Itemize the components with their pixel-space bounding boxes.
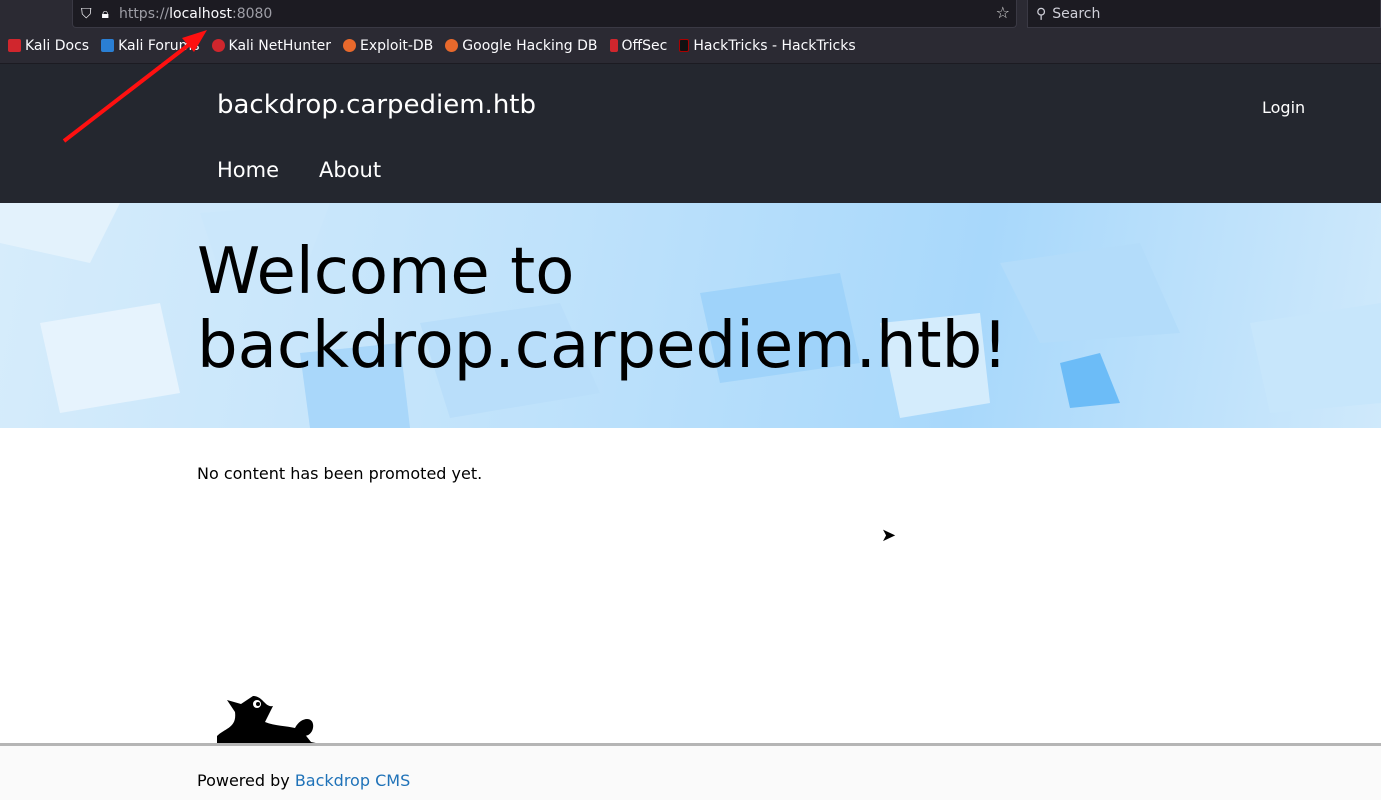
search-icon: ⚲ — [1036, 5, 1047, 22]
hero-title: Welcome to backdrop.carpediem.htb! — [197, 235, 1008, 383]
offsec-icon — [609, 39, 618, 52]
nav-about[interactable]: About — [319, 158, 381, 182]
site-footer: Powered by Backdrop CMS — [0, 743, 1381, 800]
bookmark-exploit-db[interactable]: Exploit-DB — [342, 38, 433, 54]
login-link[interactable]: Login — [1262, 98, 1305, 117]
backdrop-cms-link[interactable]: Backdrop CMS — [295, 771, 410, 790]
ghdb-icon — [445, 39, 459, 52]
main-content-text: No content has been promoted yet. — [197, 464, 483, 483]
bookmark-hacktricks[interactable]: HackTricks - HackTricks — [679, 38, 856, 54]
site-name-link[interactable]: backdrop.carpediem.htb — [217, 90, 536, 120]
main-nav: Home About — [217, 158, 381, 182]
red-annotation-arrow — [62, 30, 207, 143]
nav-home[interactable]: Home — [217, 158, 279, 182]
powered-by-text: Powered by Backdrop CMS — [197, 771, 411, 790]
search-input[interactable]: ⚲ Search — [1027, 0, 1381, 28]
mouse-cursor-icon: ➤ — [881, 525, 897, 546]
exploit-db-icon — [342, 39, 356, 52]
search-placeholder: Search — [1052, 5, 1101, 22]
bookmark-star-icon[interactable]: ☆ — [996, 3, 1010, 22]
hero-banner: Welcome to backdrop.carpediem.htb! — [0, 203, 1381, 428]
bookmark-google-hacking-db[interactable]: Google Hacking DB — [445, 38, 598, 54]
hacktricks-icon — [679, 39, 690, 52]
bookmark-offsec[interactable]: OffSec — [609, 38, 667, 54]
